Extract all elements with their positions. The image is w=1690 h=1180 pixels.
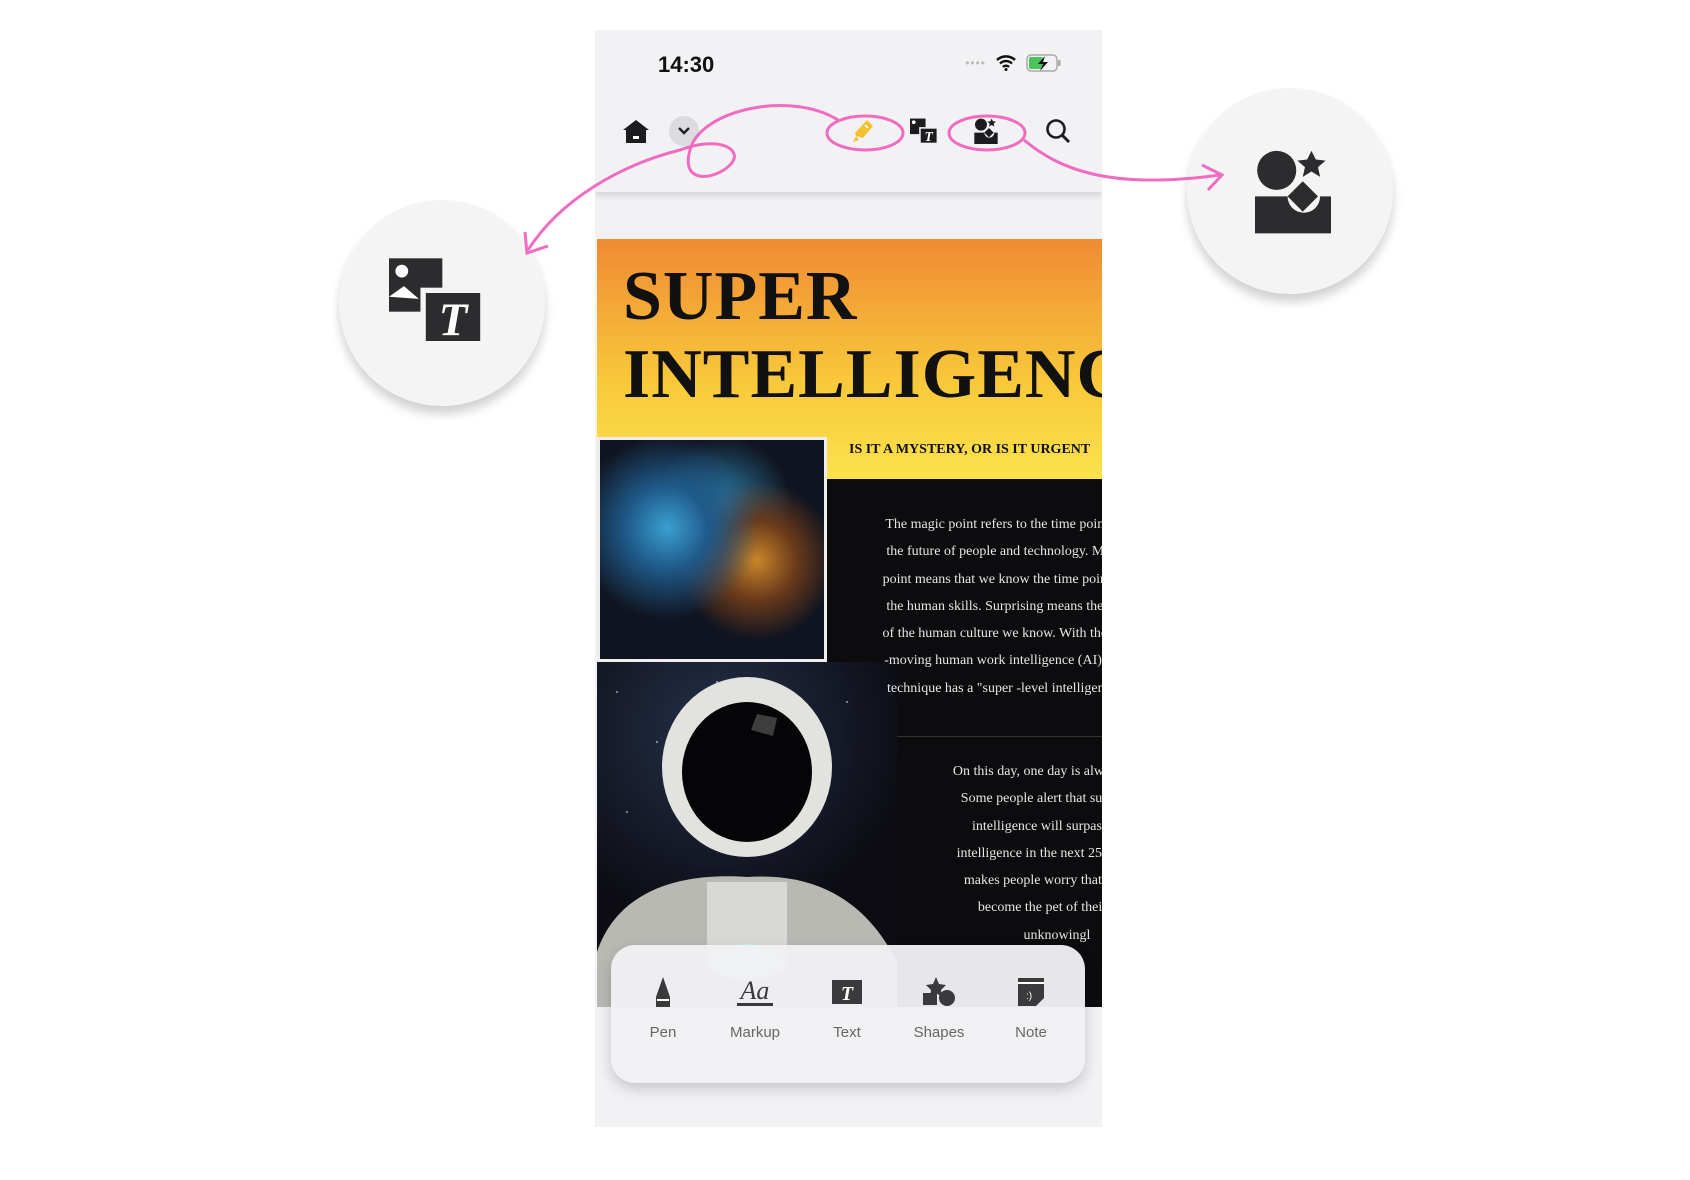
svg-text:T: T	[439, 294, 470, 344]
text-line: intelligence in the next 25 years. Th	[956, 845, 1102, 861]
poster-title-line2: INTELLIGENCE	[623, 336, 1102, 413]
signal-icon: ••••	[965, 56, 986, 70]
tool-label: Note	[1015, 1024, 1047, 1041]
poster-subtitle: IS IT A MYSTERY, OR IS IT URGENT	[849, 442, 1091, 457]
tool-label: Markup	[729, 1024, 781, 1041]
tool-label: Text	[833, 1024, 861, 1041]
ai-image-icon	[1255, 150, 1331, 234]
image-to-text-icon: T	[389, 258, 485, 344]
document-page: SUPER INTELLIGENCE IS IT A MYSTERY, OR I…	[597, 239, 1102, 1007]
callout-image-to-text: T	[339, 200, 545, 406]
home-icon	[623, 120, 649, 143]
battery-charging-icon	[1026, 54, 1061, 72]
paragraph-2: On this day, one day is always comin Som…	[887, 758, 1102, 949]
text-line: makes people worry that they ma	[963, 873, 1102, 889]
paragraph-1: The magic point refers to the time point…	[832, 511, 1102, 702]
svg-text:Aa: Aa	[739, 976, 770, 1005]
pen-icon	[656, 977, 670, 1007]
svg-text::): :)	[1026, 991, 1032, 1002]
svg-text:T: T	[841, 983, 854, 1005]
text-line: On this day, one day is always comin	[952, 764, 1102, 779]
text-line: the future of people and technology. Mag	[886, 544, 1102, 560]
image-to-text-button[interactable]: T	[909, 116, 939, 146]
tool-shapes[interactable]: Shapes	[899, 975, 979, 1041]
text-line: point means that we know the time point …	[882, 571, 1102, 587]
tool-label: Pen	[649, 1024, 677, 1041]
poster-title-line1: SUPER	[623, 258, 858, 335]
status-icons: ••••	[965, 54, 1062, 72]
dropdown-button[interactable]	[669, 116, 699, 146]
tool-label: Shapes	[913, 1024, 965, 1041]
text-line: The magic point refers to the time point…	[885, 517, 1102, 532]
ai-image-button[interactable]	[971, 116, 1001, 146]
chevron-down-icon	[678, 127, 690, 135]
top-toolbar: T	[595, 116, 1102, 192]
home-button[interactable]	[621, 116, 651, 146]
phone-screen: 14:30 •••• T SUPER INTELLIGENCE IS IT A …	[595, 30, 1102, 1127]
image-to-text-icon: T	[910, 118, 938, 144]
status-time: 14:30	[658, 52, 715, 77]
search-icon	[1046, 119, 1071, 144]
text-line: become the pet of their robo	[977, 900, 1102, 916]
tool-pen[interactable]: Pen	[623, 975, 703, 1041]
annotation-toolbar: Pen Aa Markup T Text Shapes :) Note	[611, 945, 1085, 1083]
tool-note[interactable]: :) Note	[991, 975, 1071, 1041]
ai-image-icon	[974, 118, 998, 144]
text-line: intelligence will surpass huma	[972, 818, 1102, 834]
svg-text:T: T	[924, 129, 933, 144]
markup-icon: Aa	[737, 976, 773, 1006]
search-button[interactable]	[1043, 116, 1073, 146]
text-line: -moving human work intelligence (AI), th	[884, 653, 1102, 669]
highlighter-icon	[853, 120, 873, 142]
tool-text[interactable]: T Text	[807, 975, 887, 1041]
text-icon: T	[832, 980, 862, 1005]
note-icon: :)	[1018, 978, 1044, 1006]
text-line: of the human culture we know. With the f…	[882, 626, 1102, 642]
text-line: Some people alert that super -spee	[960, 791, 1102, 807]
text-line: the human skills. Surprising means the e…	[886, 598, 1102, 614]
nebula-image	[597, 437, 827, 662]
callout-ai-image	[1187, 88, 1393, 294]
highlighter-button[interactable]	[848, 116, 878, 146]
tool-markup[interactable]: Aa Markup	[715, 975, 795, 1041]
text-line: technique has a "super -level intelligen…	[886, 680, 1102, 696]
divider	[897, 736, 1102, 737]
wifi-icon	[996, 55, 1016, 71]
shapes-icon	[923, 977, 955, 1006]
